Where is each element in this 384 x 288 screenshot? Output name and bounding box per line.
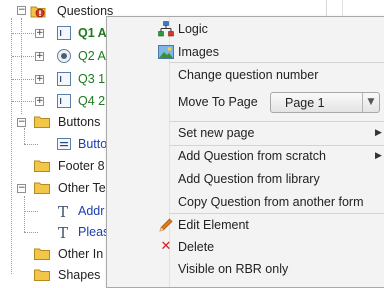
expand-toggle[interactable]: + (35, 97, 44, 106)
tree-question-item[interactable]: Q3 1 (78, 71, 105, 87)
menu-item-label: Change question number (178, 68, 319, 82)
tree-connector (12, 56, 34, 57)
images-icon (158, 45, 174, 59)
menu-item-label: Images (178, 45, 219, 59)
logic-icon (158, 21, 174, 37)
delete-icon: ✕ (160, 239, 172, 254)
menu-item-label: Copy Question from another form (178, 195, 364, 209)
menu-item-copy-question[interactable]: Copy Question from another form (107, 191, 384, 213)
menu-item-delete[interactable]: ✕ Delete (107, 236, 384, 258)
menu-item-label: Add Question from library (178, 172, 320, 186)
folder-icon (34, 116, 50, 128)
expand-toggle[interactable]: + (35, 29, 44, 38)
menu-item-label: Edit Element (178, 218, 249, 232)
chevron-down-icon[interactable]: ▼ (362, 93, 379, 112)
svg-text:T: T (58, 224, 68, 240)
tree-group-label[interactable]: Other Te (58, 180, 106, 196)
svg-text:T: T (58, 203, 68, 219)
folder-icon (34, 248, 50, 260)
menu-item-visible-rbr[interactable]: Visible on RBR only (107, 258, 384, 280)
tree-group-label[interactable]: Other In (58, 246, 103, 262)
button-element-icon (57, 138, 71, 150)
text-element-icon: T (58, 203, 68, 219)
menu-item-label: Logic (178, 22, 208, 36)
collapse-toggle[interactable]: − (17, 6, 26, 15)
collapse-toggle[interactable]: − (17, 184, 26, 193)
textbox-question-icon (57, 94, 71, 108)
tree-connector (12, 101, 34, 102)
tree-element-item[interactable]: Addr (78, 203, 104, 219)
menu-item-add-question-scratch[interactable]: Add Question from scratch ▶ (107, 145, 384, 167)
tree-connector (24, 128, 25, 144)
menu-item-set-new-page[interactable]: Set new page ▶ (107, 122, 384, 144)
menu-item-images[interactable]: Images (107, 41, 384, 63)
tree-question-item[interactable]: Q1 A (78, 25, 107, 41)
menu-item-add-question-library[interactable]: Add Question from library (107, 168, 384, 190)
menu-item-label: Set new page (178, 126, 255, 140)
menu-item-label: Move To Page (178, 95, 258, 109)
tree-root-label[interactable]: Questions (57, 3, 113, 19)
tree-question-item[interactable]: Q4 2 (78, 93, 105, 109)
questions-folder-icon (30, 6, 46, 18)
tree-connector (12, 79, 34, 80)
collapse-toggle[interactable]: − (17, 118, 26, 127)
menu-item-label: Add Question from scratch (178, 149, 326, 163)
tree-connector (24, 211, 38, 212)
menu-item-label: Delete (178, 240, 215, 254)
menu-item-label: Visible on RBR only (178, 262, 289, 276)
tree-group-label[interactable]: Shapes (58, 267, 100, 283)
textbox-question-icon (57, 72, 71, 86)
radio-question-icon (57, 49, 71, 63)
folder-icon (34, 182, 50, 194)
submenu-arrow-icon: ▶ (375, 151, 382, 161)
folder-icon (34, 269, 50, 281)
text-element-icon: T (58, 224, 68, 240)
tree-connector (12, 33, 34, 34)
expand-toggle[interactable]: + (35, 75, 44, 84)
textbox-question-icon (57, 26, 71, 40)
menu-separator (169, 62, 384, 63)
pencil-icon (159, 218, 173, 232)
tree-group-label[interactable]: Footer 8 (58, 158, 105, 174)
tree-question-item[interactable]: Q2 A (78, 48, 106, 64)
move-to-page-select[interactable]: Page 1 ▼ (270, 92, 380, 113)
tree-element-item[interactable]: Pleas (78, 224, 109, 240)
expand-toggle[interactable]: + (35, 52, 44, 61)
tree-connector (24, 232, 38, 233)
tree-element-item[interactable]: Butto (78, 136, 107, 152)
menu-item-change-question-number[interactable]: Change question number (107, 64, 384, 86)
tree-group-label[interactable]: Buttons (58, 114, 100, 130)
submenu-arrow-icon: ▶ (375, 128, 382, 138)
tree-connector (24, 144, 38, 145)
menu-item-edit-element[interactable]: Edit Element (107, 214, 384, 236)
context-menu: Logic Images Change question number Move… (106, 16, 384, 288)
tree-connector (24, 196, 25, 232)
menu-item-logic[interactable]: Logic (107, 18, 384, 40)
folder-icon (34, 160, 50, 172)
page-select-value: Page 1 (285, 96, 325, 110)
